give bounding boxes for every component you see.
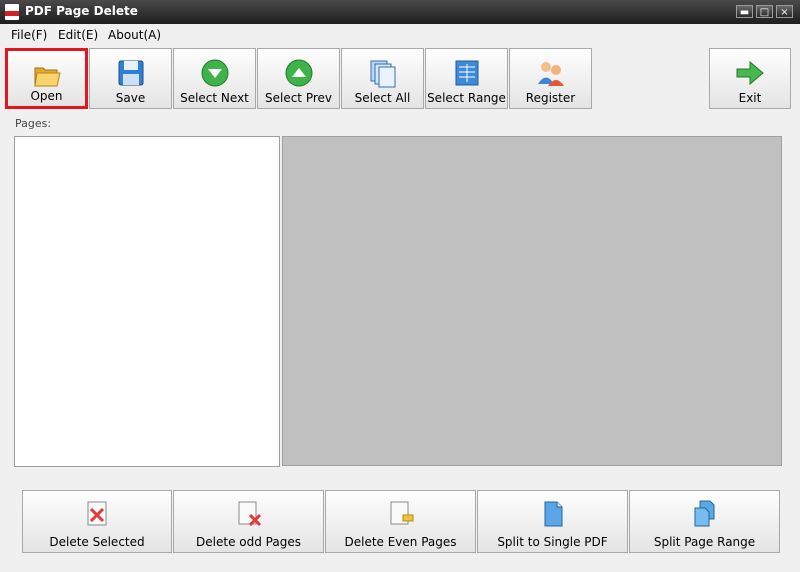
select-all-label: Select All [354,91,411,105]
page-preview-panel [282,136,782,466]
delete-even-label: Delete Even Pages [344,535,457,549]
split-range-label: Split Page Range [653,535,756,549]
register-button[interactable]: Register [509,48,592,109]
menu-file[interactable]: File(F) [11,28,47,42]
menu-bar: File(F) Edit(E) About(A) [0,24,800,46]
window-title: PDF Page Delete [25,4,138,18]
delete-even-pages-button[interactable]: Delete Even Pages [325,490,476,553]
folder-open-icon [33,67,61,87]
exit-arrow-icon [736,60,764,86]
select-next-label: Select Next [180,91,249,105]
select-next-button[interactable]: Select Next [173,48,256,109]
pages-list[interactable] [14,136,280,467]
split-to-single-pdf-button[interactable]: Split to Single PDF [477,490,628,553]
register-label: Register [525,91,576,105]
delete-selected-label: Delete Selected [49,535,145,549]
save-button[interactable]: Save [89,48,172,109]
floppy-disk-icon [118,60,143,86]
maximize-button[interactable]: □ [756,5,773,18]
close-button[interactable]: × [776,5,793,18]
pdf-app-icon [5,4,19,20]
exit-button[interactable]: Exit [709,48,791,109]
split-document-icon [544,501,562,527]
open-label: Open [30,89,63,103]
select-range-button[interactable]: Select Range [425,48,508,109]
split-page-range-button[interactable]: Split Page Range [629,490,780,553]
users-icon [537,62,564,86]
select-prev-button[interactable]: Select Prev [257,48,340,109]
title-bar: PDF Page Delete ▬ □ × [0,0,800,24]
delete-page-icon [87,501,107,526]
pages-label: Pages: [15,117,52,130]
menu-about[interactable]: About(A) [108,28,161,42]
save-label: Save [115,91,146,105]
split-single-label: Split to Single PDF [497,535,608,549]
open-button[interactable]: Open [5,48,88,109]
delete-selected-button[interactable]: Delete Selected [22,490,172,553]
delete-odd-pages-button[interactable]: Delete odd Pages [173,490,324,553]
up-arrow-circle-icon [285,59,312,87]
minimize-button[interactable]: ▬ [736,5,753,18]
menu-edit[interactable]: Edit(E) [58,28,98,42]
pages-stack-icon [370,60,395,88]
exit-label: Exit [738,91,762,105]
select-all-button[interactable]: Select All [341,48,424,109]
split-range-icon [694,500,714,527]
grid-document-icon [455,60,478,86]
delete-odd-icon [238,501,261,527]
delete-even-icon [390,501,413,525]
select-prev-label: Select Prev [264,91,332,105]
down-arrow-circle-icon [201,59,228,87]
select-range-label: Select Range [427,91,506,105]
delete-odd-label: Delete odd Pages [196,535,301,549]
